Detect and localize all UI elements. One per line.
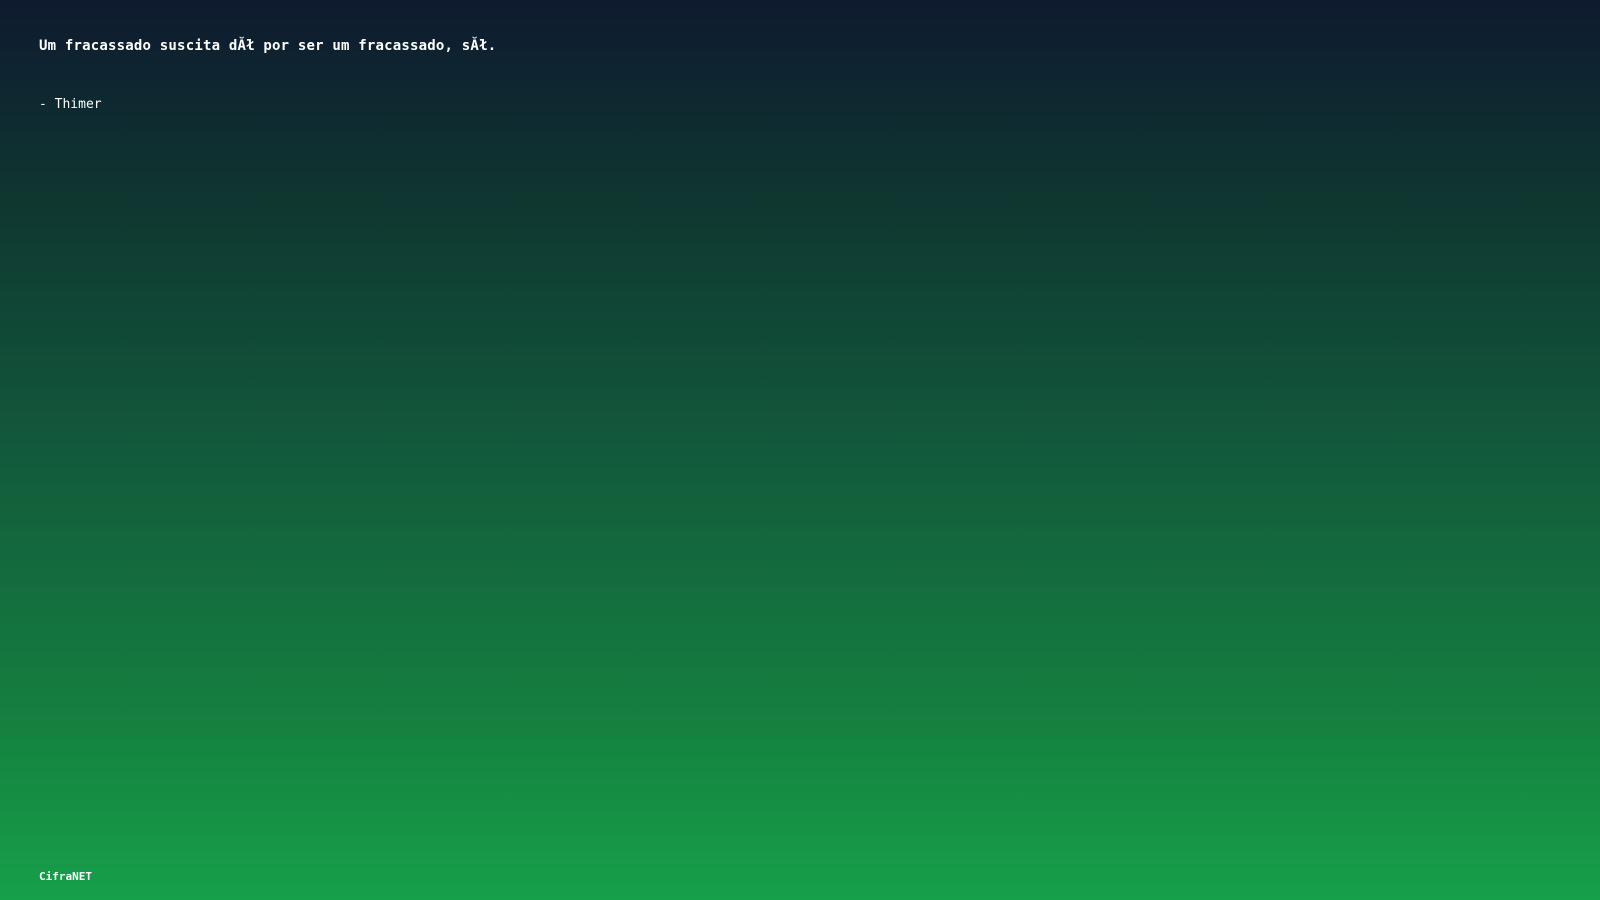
quote-text: Um fracassado suscita dĂł por ser um fra… bbox=[39, 38, 497, 54]
quote-author: - Thimer bbox=[39, 97, 102, 112]
brand-label: CifraNET bbox=[39, 870, 92, 883]
page: { "quote": { "text": "Um fracassado susc… bbox=[0, 0, 1600, 900]
